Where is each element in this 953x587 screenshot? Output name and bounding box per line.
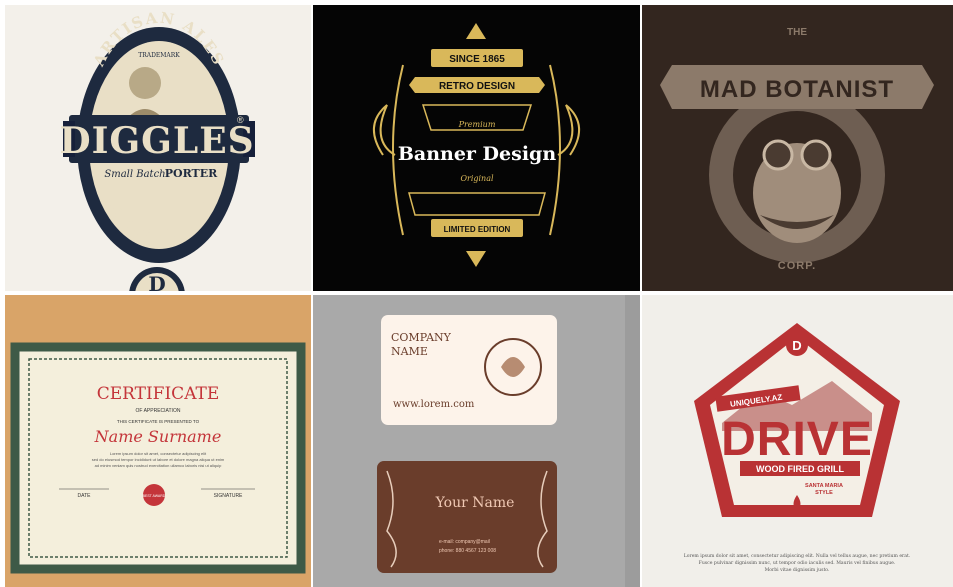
cert-body-line2: sed do eiusmod tempor incididunt ut labo…: [92, 457, 225, 462]
phone-text: phone: 880 4567 123 008: [439, 548, 496, 554]
cert-body-line3: ad minim veniam quis nostrud exercitatio…: [95, 463, 223, 468]
back-card: [377, 461, 557, 573]
mad-botanist-art: THE MAD BOTANIST CORP.: [660, 27, 934, 272]
footer-line2: Fusce pulvinar dignissim nunc, ut tempor…: [699, 560, 896, 566]
footer-line3: Morbi vitae dignissim justo.: [765, 567, 830, 573]
cert-name-text: Name Surname: [94, 427, 222, 446]
cert-presented-text: THIS CERTIFICATE IS PRESENTED TO: [117, 419, 200, 424]
diggles-label-tile: ARTISAN ALES TRADEMARK DIGGLES ® Small B…: [5, 5, 311, 291]
cert-body-line1: Lorem ipsum dolor sit amet, consectetur …: [110, 451, 207, 456]
the-text: THE: [787, 27, 807, 38]
banner-title-text: Banner Design: [398, 143, 556, 165]
premium-text: Premium: [458, 120, 496, 129]
limited-text: LIMITED EDITION: [444, 225, 511, 234]
original-text: Original: [460, 174, 494, 183]
portrait-head: [129, 67, 161, 99]
script-text: Small Batch: [104, 169, 165, 180]
company-line2-text: NAME: [391, 345, 428, 358]
image-grid: ARTISAN ALES TRADEMARK DIGGLES ® Small B…: [0, 0, 953, 587]
porter-text: PORTER: [165, 167, 218, 180]
banner-design-tile: SINCE 1865 RETRO DESIGN Premium Banner D…: [313, 5, 640, 291]
business-cards-art: COMPANY NAME www.lorem.com Your Name e-m…: [377, 295, 640, 587]
bottom-ornament: [466, 251, 486, 267]
drive-logo-art: D UNIQUELY.AZ DRIVE WOOD FIRED GRILL SAN…: [684, 323, 911, 573]
banner-design-art: SINCE 1865 RETRO DESIGN Premium Banner D…: [373, 23, 580, 267]
since-text: SINCE 1865: [449, 54, 505, 65]
goggle-left: [762, 139, 794, 171]
lower-ribbon: [408, 192, 546, 216]
location-line1: SANTA MARIA: [805, 483, 843, 489]
cert-title-text: CERTIFICATE: [97, 384, 220, 404]
retro-text: RETRO DESIGN: [439, 81, 515, 92]
brand-name-text: DIGGLES: [59, 120, 254, 162]
location-line2: STYLE: [815, 490, 833, 496]
side-shadow: [625, 295, 640, 587]
crown-ornament: [466, 23, 486, 39]
trademark-text: TRADEMARK: [138, 52, 180, 59]
corp-text: CORP.: [778, 260, 816, 272]
mad-botanist-tile: THE MAD BOTANIST CORP.: [642, 5, 953, 291]
drive-name-text: DRIVE: [721, 413, 873, 466]
registered-mark: ®: [237, 115, 244, 125]
website-text: www.lorem.com: [393, 399, 475, 410]
bottom-ribbon-text: WOOD FIRED GRILL: [756, 464, 844, 474]
footer-line1: Lorem ipsum dolor sit amet, consectetur …: [684, 553, 911, 559]
goggle-right: [800, 139, 832, 171]
certificate-tile: CERTIFICATE OF APPRECIATION THIS CERTIFI…: [5, 295, 311, 587]
diggles-label-art: ARTISAN ALES TRADEMARK DIGGLES ® Small B…: [59, 9, 255, 291]
business-cards-tile: COMPANY NAME www.lorem.com Your Name e-m…: [313, 295, 640, 587]
email-text: e-mail: company@mail: [439, 539, 490, 545]
botanist-name-text: MAD BOTANIST: [700, 76, 894, 103]
certificate-art: CERTIFICATE OF APPRECIATION THIS CERTIFI…: [5, 295, 311, 587]
bottle-cap-letter: D: [148, 272, 165, 291]
cert-signature-label: SIGNATURE: [214, 493, 243, 499]
top-badge-letter: D: [792, 338, 801, 353]
drive-logo-tile: D UNIQUELY.AZ DRIVE WOOD FIRED GRILL SAN…: [642, 295, 953, 587]
award-seal-text: BEST AWARD: [143, 494, 166, 498]
company-line1-text: COMPANY: [391, 331, 452, 344]
your-name-text: Your Name: [435, 495, 515, 511]
cert-subtitle-text: OF APPRECIATION: [136, 408, 181, 414]
cert-date-label: DATE: [78, 493, 92, 499]
